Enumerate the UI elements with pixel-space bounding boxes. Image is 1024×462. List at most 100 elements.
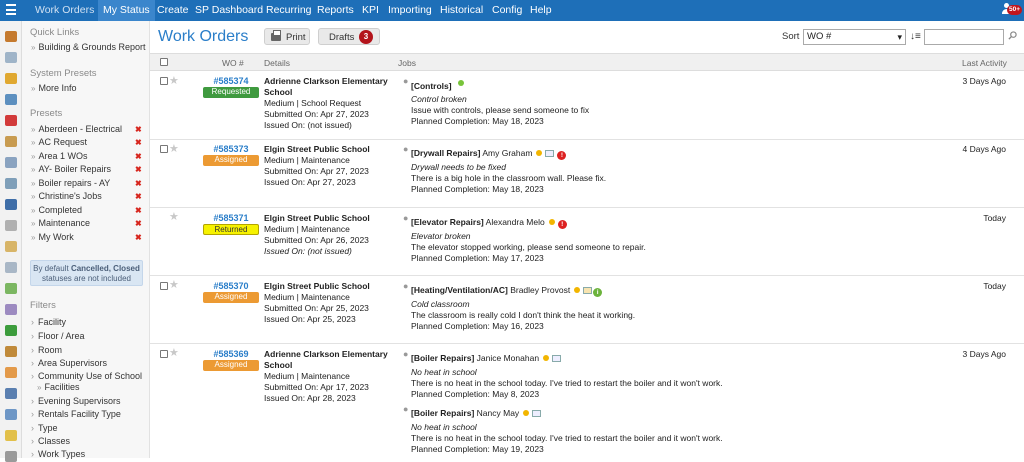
- nav-sp-dashboard[interactable]: SP Dashboard: [190, 0, 268, 21]
- clock-icon[interactable]: [5, 409, 17, 420]
- vehicle-icon[interactable]: [5, 73, 17, 84]
- job-title-line[interactable]: [Elevator Repairs] Alexandra Melo!: [411, 217, 567, 229]
- preset-area-1-wos[interactable]: Area 1 WOs: [31, 151, 87, 161]
- email-icon[interactable]: [532, 410, 542, 417]
- filter-facility[interactable]: Facility: [31, 317, 66, 327]
- filter-community-use[interactable]: Community Use of School: [31, 371, 142, 381]
- filter-community-use-cont[interactable]: Facilities: [37, 382, 79, 392]
- remove-preset-icon[interactable]: ✖: [135, 138, 142, 147]
- clipboard-icon[interactable]: [5, 241, 17, 252]
- job-title[interactable]: [Drywall Repairs]: [411, 148, 480, 158]
- star-icon[interactable]: ★: [169, 278, 179, 291]
- nav-reports[interactable]: Reports: [312, 0, 359, 21]
- search-input[interactable]: [924, 29, 1004, 45]
- wo-number-link[interactable]: #585373: [203, 144, 259, 154]
- document-icon[interactable]: [5, 52, 17, 63]
- preset-boiler-repairs-ay[interactable]: Boiler repairs - AY: [31, 178, 110, 188]
- user-account-icon[interactable]: 50+: [1002, 3, 1023, 18]
- job-title[interactable]: [Heating/Ventilation/AC]: [411, 285, 508, 295]
- bus-icon-2[interactable]: [5, 451, 17, 462]
- col-jobs[interactable]: Jobs: [398, 58, 416, 68]
- remove-preset-icon[interactable]: ✖: [135, 152, 142, 161]
- job-title-line[interactable]: [Boiler Repairs] Janice Monahan: [411, 353, 562, 364]
- email-icon[interactable]: [545, 150, 555, 157]
- select-all-checkbox[interactable]: [160, 58, 168, 66]
- table-row[interactable]: ★ #585374 Requested Adrienne Clarkson El…: [150, 72, 1024, 140]
- remove-preset-icon[interactable]: ✖: [135, 179, 142, 188]
- preset-ac-request[interactable]: AC Request: [31, 137, 87, 147]
- remove-preset-icon[interactable]: ✖: [135, 165, 142, 174]
- sort-select[interactable]: WO #: [803, 29, 906, 45]
- table-row[interactable]: ★ #585369 Assigned Adrienne Clarkson Ele…: [150, 344, 1024, 458]
- alert-icon[interactable]: !: [557, 151, 567, 160]
- remove-preset-icon[interactable]: ✖: [135, 125, 142, 134]
- filter-room[interactable]: Room: [31, 345, 62, 355]
- job-title-line[interactable]: [Heating/Ventilation/AC] Bradley Provost…: [411, 285, 603, 297]
- search-icon[interactable]: [1008, 31, 1017, 40]
- leaf-icon[interactable]: [5, 325, 17, 336]
- star-icon[interactable]: ★: [169, 346, 179, 359]
- wo-number-link[interactable]: #585369: [203, 349, 259, 359]
- wo-number-link[interactable]: #585374: [203, 76, 259, 86]
- bus-icon[interactable]: [5, 157, 17, 168]
- quick-link-building-grounds[interactable]: Building & Grounds Report: [31, 42, 145, 52]
- preset-ay-boiler-repairs[interactable]: AY- Boiler Repairs: [31, 164, 111, 174]
- drafts-button[interactable]: Drafts 3: [318, 28, 380, 45]
- monitor-icon[interactable]: [5, 178, 17, 189]
- sort-direction-icon[interactable]: ↓≡: [910, 31, 921, 42]
- job-title[interactable]: [Elevator Repairs]: [411, 217, 484, 227]
- col-details[interactable]: Details: [264, 58, 290, 68]
- remove-preset-icon[interactable]: ✖: [135, 206, 142, 215]
- job-title-line[interactable]: [Boiler Repairs] Nancy May: [411, 408, 542, 419]
- job-title[interactable]: [Controls]: [411, 81, 452, 91]
- filter-type[interactable]: Type: [31, 423, 58, 433]
- preset-my-work[interactable]: My Work: [31, 232, 73, 242]
- nav-my-status[interactable]: My Status: [98, 0, 155, 21]
- filter-classes[interactable]: Classes: [31, 436, 70, 446]
- preset-maintenance[interactable]: Maintenance: [31, 218, 90, 228]
- table-row[interactable]: ★ #585370 Assigned Elgin Street Public S…: [150, 276, 1024, 344]
- row-checkbox[interactable]: [160, 282, 168, 290]
- remove-preset-icon[interactable]: ✖: [135, 233, 142, 242]
- job-title[interactable]: [Boiler Repairs]: [411, 353, 474, 363]
- nav-create[interactable]: Create: [152, 0, 194, 21]
- first-aid-icon[interactable]: [5, 115, 17, 126]
- preset-aberdeen-electrical[interactable]: Aberdeen - Electrical: [31, 124, 122, 134]
- job-title[interactable]: [Boiler Repairs]: [411, 408, 474, 418]
- row-checkbox[interactable]: [160, 77, 168, 85]
- nav-help[interactable]: Help: [525, 0, 557, 21]
- alert-icon[interactable]: !: [557, 220, 567, 229]
- calendar-icon[interactable]: [5, 262, 17, 273]
- box-icon[interactable]: [5, 136, 17, 147]
- job-title-line[interactable]: [Controls]: [411, 80, 464, 92]
- nav-recurring[interactable]: Recurring: [261, 0, 317, 21]
- user-icon[interactable]: [5, 199, 17, 210]
- preset-christines-jobs[interactable]: Christine's Jobs: [31, 191, 101, 201]
- remove-preset-icon[interactable]: ✖: [135, 192, 142, 201]
- table-row[interactable]: ★ #585371 Returned Elgin Street Public S…: [150, 208, 1024, 276]
- col-wo[interactable]: WO #: [222, 58, 244, 68]
- chart-icon[interactable]: [5, 283, 17, 294]
- folder-icon[interactable]: [5, 367, 17, 378]
- table-row[interactable]: ★ #585373 Assigned Elgin Street Public S…: [150, 140, 1024, 208]
- row-checkbox[interactable]: [160, 145, 168, 153]
- envelope-open-icon[interactable]: [583, 287, 593, 294]
- menu-icon[interactable]: [6, 4, 16, 16]
- book-icon[interactable]: [5, 346, 17, 357]
- truck-icon[interactable]: [5, 94, 17, 105]
- preset-more-info[interactable]: More Info: [31, 83, 76, 93]
- lightbulb-icon[interactable]: [5, 430, 17, 441]
- nav-importing[interactable]: Importing: [383, 0, 437, 21]
- nav-kpi[interactable]: KPI: [357, 0, 384, 21]
- filter-floor-area[interactable]: Floor / Area: [31, 331, 85, 341]
- nav-config[interactable]: Config: [487, 0, 527, 21]
- wo-number-link[interactable]: #585370: [203, 281, 259, 291]
- wo-number-link[interactable]: #585371: [203, 213, 259, 223]
- info-icon[interactable]: i: [593, 288, 603, 297]
- gear-icon[interactable]: [5, 388, 17, 399]
- preset-completed[interactable]: Completed: [31, 205, 82, 215]
- star-icon[interactable]: ★: [169, 74, 179, 87]
- remove-preset-icon[interactable]: ✖: [135, 219, 142, 228]
- star-icon[interactable]: ★: [169, 142, 179, 155]
- col-last-activity[interactable]: Last Activity: [962, 58, 1007, 68]
